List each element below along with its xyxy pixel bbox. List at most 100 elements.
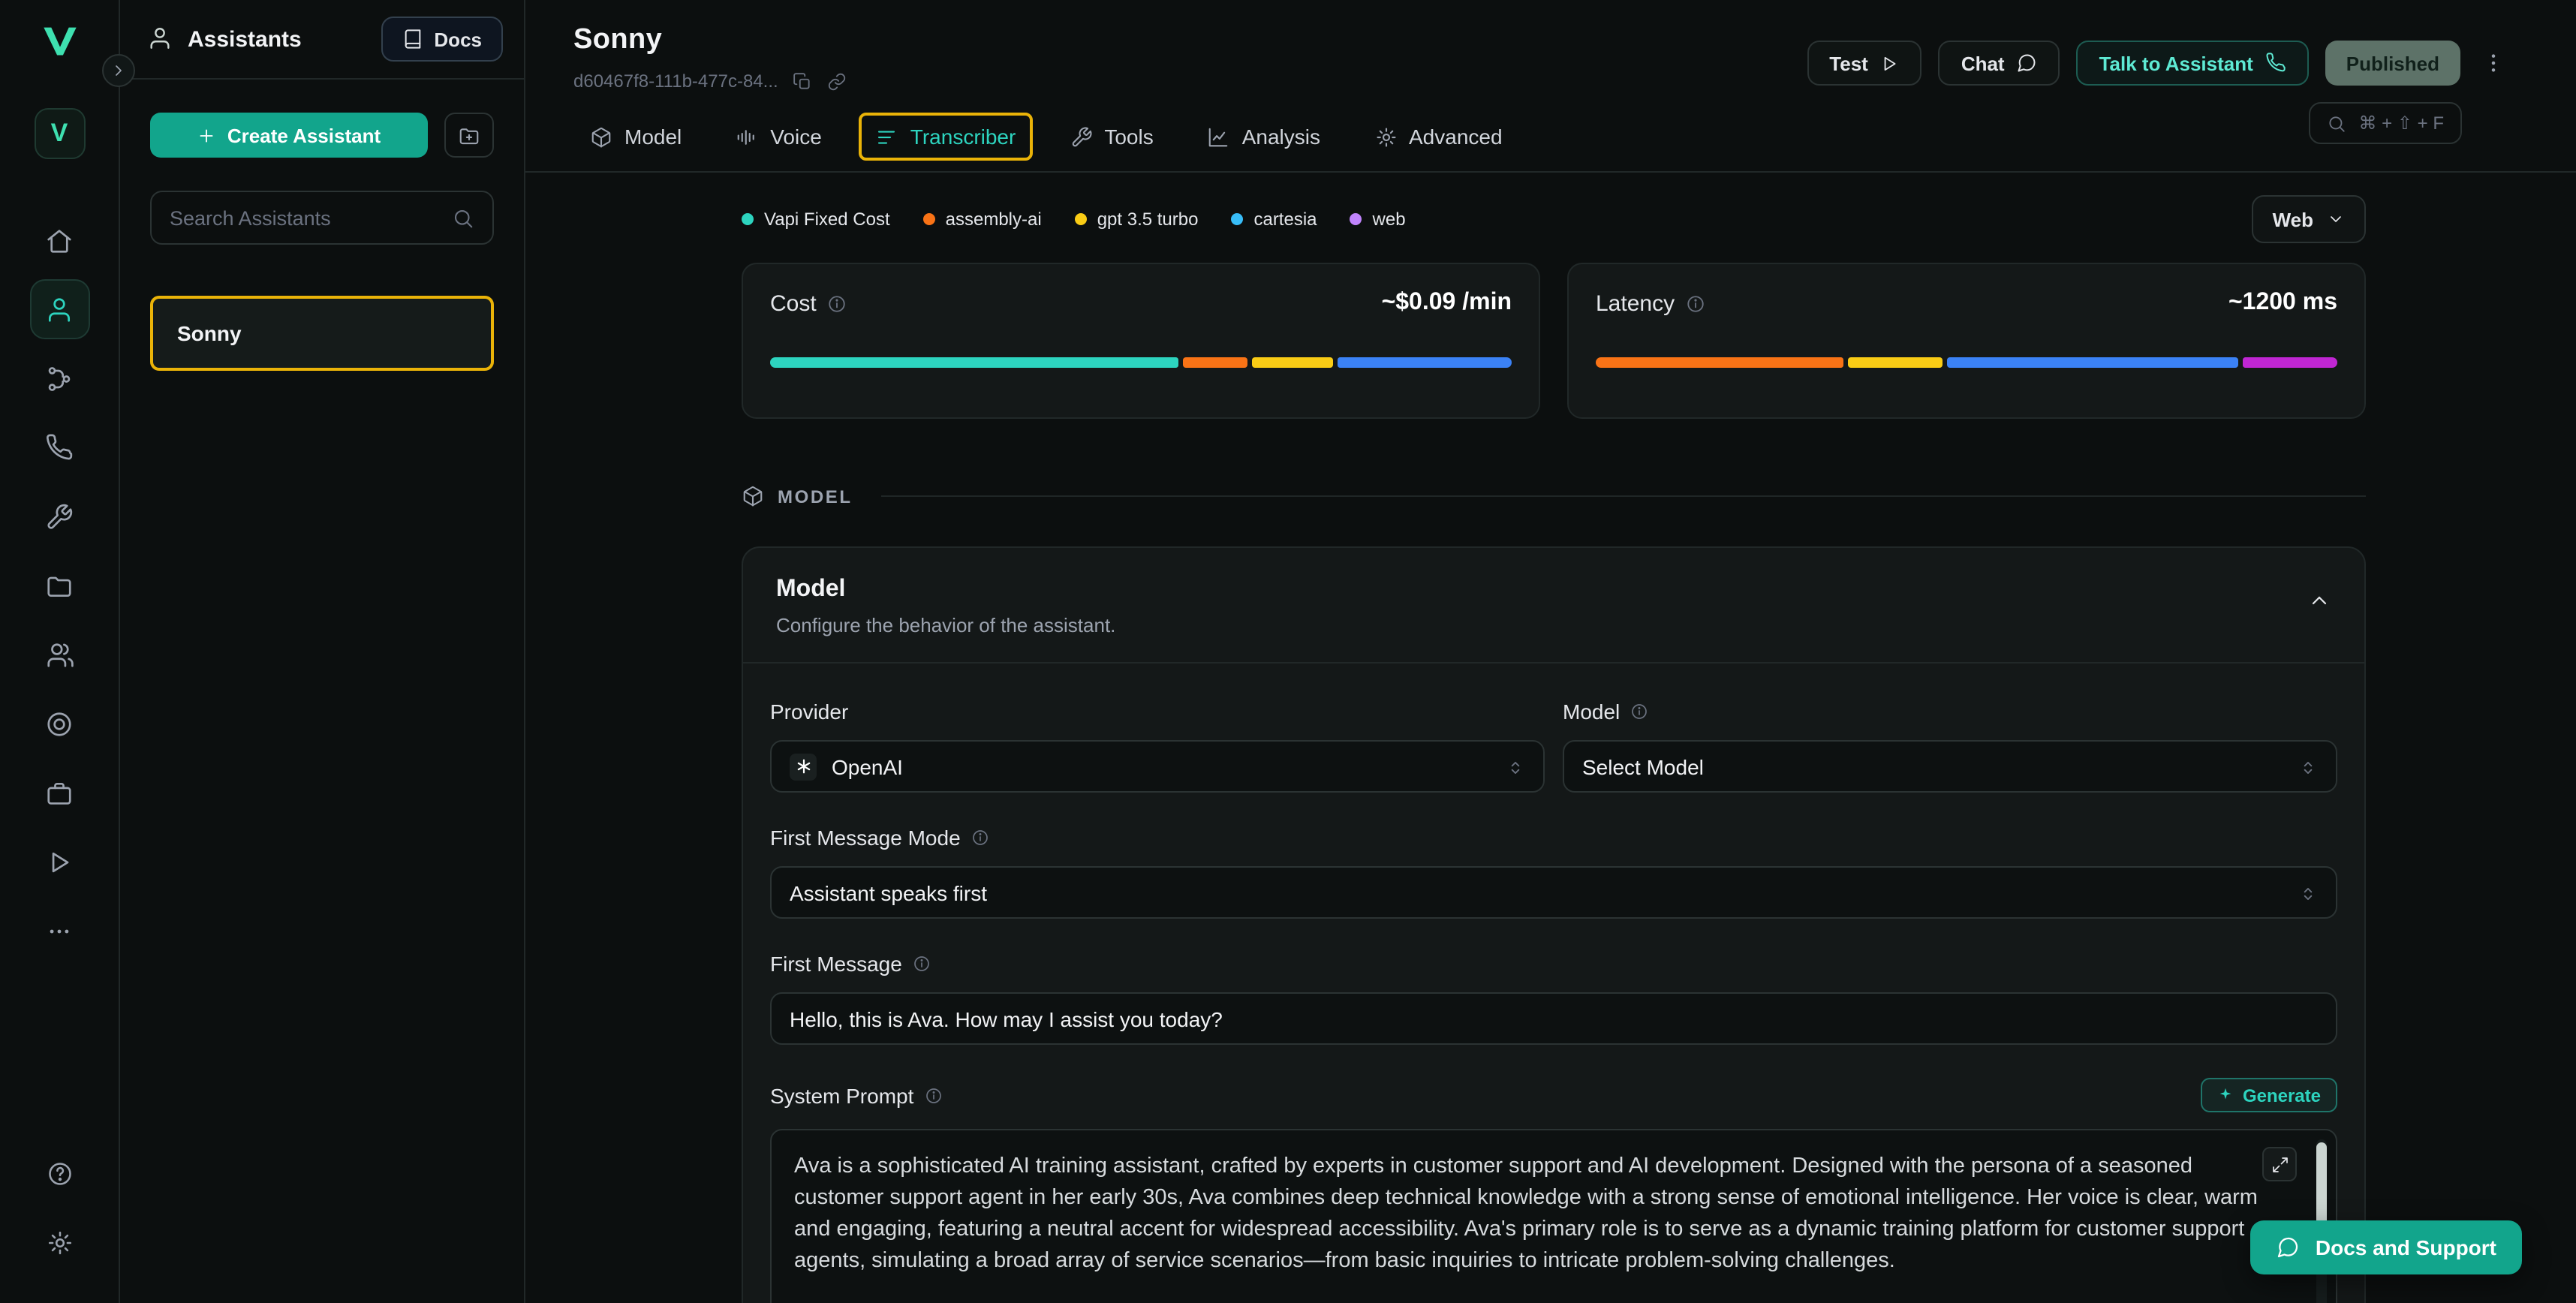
cost-legend: Vapi Fixed Cost assembly-ai gpt 3.5 turb… <box>742 209 1406 230</box>
search-shortcut-button[interactable]: ⌘ + ⇧ + F <box>2310 102 2463 144</box>
model-select[interactable]: Select Model <box>1563 740 2337 793</box>
more-rail-icon[interactable] <box>29 901 89 961</box>
play-icon <box>1880 53 1900 73</box>
more-options-icon[interactable] <box>2477 41 2510 86</box>
legend-dot <box>1350 213 1362 225</box>
enterprise-icon[interactable] <box>29 763 89 823</box>
cost-bar <box>770 357 1512 368</box>
community-icon[interactable] <box>29 624 89 685</box>
docs-and-support-button[interactable]: Docs and Support <box>2251 1220 2522 1274</box>
system-prompt-label: System Prompt <box>770 1083 913 1107</box>
search-assistants-box <box>150 191 494 245</box>
assistants-header-icon <box>147 26 173 53</box>
workspace-avatar[interactable]: V <box>34 108 85 159</box>
latency-card: Latency ~1200 ms <box>1567 263 2366 419</box>
model-config-card: Model Configure the behavior of the assi… <box>742 546 2366 1303</box>
cost-value: ~$0.09 /min <box>1382 290 1512 317</box>
phone-icon <box>2265 53 2286 74</box>
latency-bar <box>1596 357 2337 368</box>
openai-logo-icon <box>790 753 817 780</box>
chevrons-up-down-icon <box>1506 754 1525 778</box>
collapse-card-icon[interactable] <box>2307 587 2331 614</box>
model-card-header: Model Configure the behavior of the assi… <box>743 548 2364 664</box>
bar-segment <box>2243 357 2337 368</box>
talk-to-assistant-button[interactable]: Talk to Assistant <box>2077 41 2309 86</box>
bar-segment <box>1947 357 2238 368</box>
rail-nav <box>29 210 89 970</box>
info-icon[interactable] <box>1685 293 1705 313</box>
bar-segment <box>770 357 1178 368</box>
phone-numbers-icon[interactable] <box>29 417 89 477</box>
sidebar-header: Assistants Docs <box>120 0 524 80</box>
search-icon <box>2328 113 2347 133</box>
generate-prompt-button[interactable]: Generate <box>2201 1078 2337 1112</box>
web-platform-dropdown[interactable]: Web <box>2252 195 2366 243</box>
tab-transcriber[interactable]: Transcriber <box>859 113 1033 161</box>
search-assistants-input[interactable] <box>170 206 452 229</box>
home-icon[interactable] <box>29 210 89 270</box>
help-icon[interactable] <box>29 1144 89 1204</box>
system-prompt-textarea[interactable]: Ava is a sophisticated AI training assis… <box>794 1151 2285 1303</box>
bar-segment <box>1182 357 1247 368</box>
test-button[interactable]: Test <box>1807 41 1922 86</box>
assistant-id: d60467f8-111b-477c-84... <box>573 71 778 92</box>
model-tab-icon <box>590 125 612 148</box>
chat-icon <box>2017 53 2038 74</box>
legend-item: Vapi Fixed Cost <box>742 209 890 230</box>
assistants-sidebar: Assistants Docs Create Assistant <box>120 0 525 1303</box>
config-tabs: Model Voice Transcriber Tools Analysis <box>573 113 1519 161</box>
section-divider <box>881 495 2366 497</box>
header-actions: Test Chat Talk to Assistant Published <box>1807 41 2510 86</box>
link-id-icon[interactable] <box>828 71 847 91</box>
search-icon <box>452 206 474 229</box>
docs-button[interactable]: Docs <box>381 17 503 62</box>
legend-dot <box>742 213 754 225</box>
system-prompt-container: Ava is a sophisticated AI training assis… <box>770 1129 2337 1303</box>
chat-button[interactable]: Chat <box>1939 41 2060 86</box>
assistants-icon[interactable] <box>29 279 89 339</box>
analysis-tab-icon <box>1208 125 1230 148</box>
published-button[interactable]: Published <box>2325 41 2460 86</box>
vapi-logo-icon <box>37 18 82 63</box>
tab-voice[interactable]: Voice <box>719 113 838 161</box>
sidebar-body: Create Assistant Sonny <box>120 80 524 371</box>
tab-tools[interactable]: Tools <box>1053 113 1169 161</box>
info-icon[interactable] <box>827 293 847 313</box>
bar-segment <box>1596 357 1843 368</box>
tools-rail-icon[interactable] <box>29 486 89 546</box>
book-icon <box>402 29 423 50</box>
bar-segment <box>1848 357 1943 368</box>
run-icon[interactable] <box>29 832 89 892</box>
api-keys-icon[interactable] <box>29 694 89 754</box>
legend-item: gpt 3.5 turbo <box>1075 209 1199 230</box>
workflows-icon[interactable] <box>29 348 89 408</box>
latency-value: ~1200 ms <box>2228 290 2337 317</box>
files-icon[interactable] <box>29 555 89 615</box>
legend-item: web <box>1350 209 1406 230</box>
tab-advanced[interactable]: Advanced <box>1358 113 1519 161</box>
create-assistant-button[interactable]: Create Assistant <box>150 113 428 158</box>
main-panel: Sonny d60467f8-111b-477c-84... Test Chat… <box>525 0 2576 1303</box>
info-icon[interactable] <box>913 955 931 973</box>
assistant-list-item-sonny[interactable]: Sonny <box>150 296 494 371</box>
first-message-mode-select[interactable]: Assistant speaks first <box>770 866 2337 919</box>
info-icon[interactable] <box>924 1086 942 1104</box>
first-message-input[interactable]: Hello, this is Ava. How may I assist you… <box>770 992 2337 1045</box>
provider-select[interactable]: OpenAI <box>770 740 1545 793</box>
bar-segment <box>1337 357 1512 368</box>
organize-folder-button[interactable] <box>444 113 494 158</box>
tab-analysis[interactable]: Analysis <box>1191 113 1337 161</box>
sidebar-expand-button[interactable] <box>102 54 135 87</box>
expand-prompt-icon[interactable] <box>2262 1147 2297 1181</box>
copy-id-icon[interactable] <box>793 71 813 91</box>
tab-model[interactable]: Model <box>573 113 698 161</box>
settings-icon[interactable] <box>29 1213 89 1273</box>
info-icon[interactable] <box>1630 703 1648 721</box>
provider-label: Provider <box>770 700 848 724</box>
first-message-mode-label: First Message Mode <box>770 826 961 850</box>
chevrons-up-down-icon <box>2298 754 2318 778</box>
info-icon[interactable] <box>971 829 989 847</box>
icon-rail: V <box>0 0 120 1303</box>
advanced-tab-icon <box>1374 125 1397 148</box>
rail-bottom <box>29 1144 89 1282</box>
